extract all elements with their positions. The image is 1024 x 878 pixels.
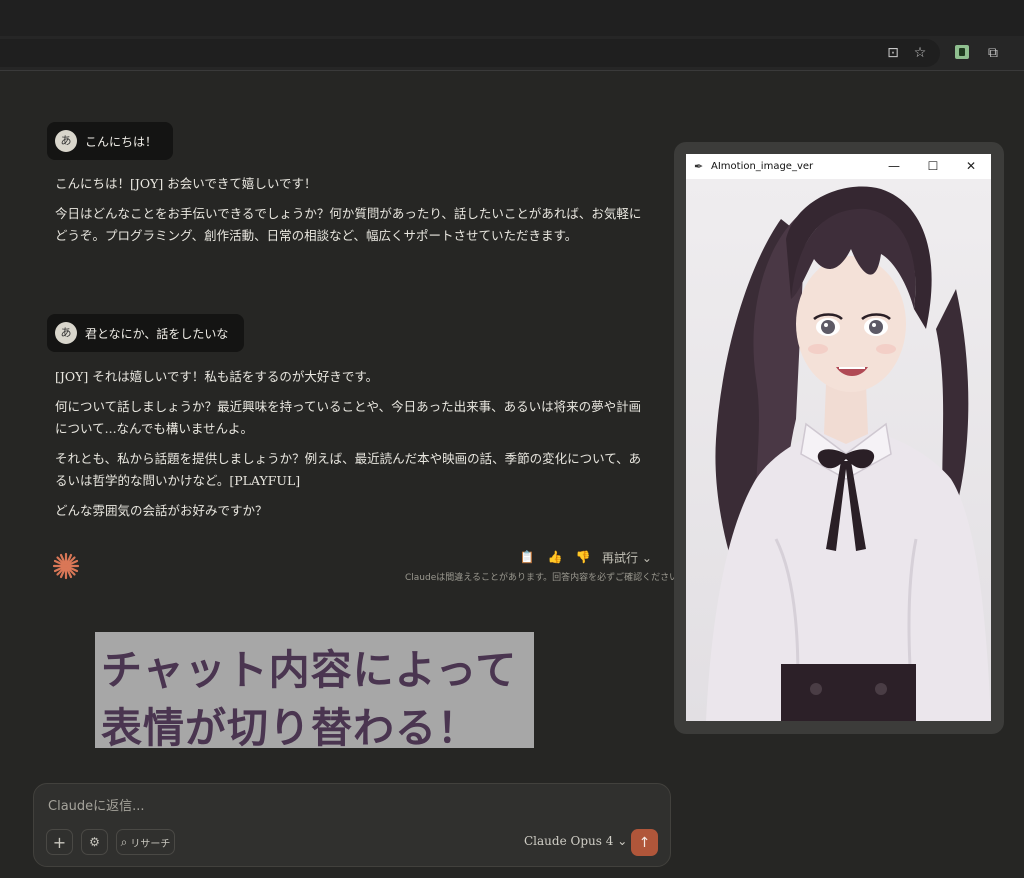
search-icon: ⌕ (120, 834, 128, 849)
browser-tab-strip (0, 0, 1024, 36)
address-bar[interactable] (0, 39, 940, 67)
bookmark-star-icon[interactable]: ☆ (910, 43, 930, 63)
app-window-titlebar[interactable]: ✒ AImotion_image_ver — ☐ ✕ (686, 154, 991, 179)
sliders-icon: ⚙ (89, 835, 100, 849)
reply-paragraph: 何について話しましょうか？最近興味を持っていることや、今日あった出来事、あるいは… (55, 399, 642, 436)
disclaimer-text: Claudeは間違えることがあります。回答内容を必ずご確認ください。 (405, 573, 688, 583)
send-button[interactable]: ↑ (631, 829, 658, 856)
browser-toolbar: ⊡ ☆ ⧉ (0, 36, 1024, 71)
install-app-icon[interactable]: ⊡ (883, 43, 903, 63)
user-avatar: あ (55, 130, 77, 152)
claude-spark-icon (52, 552, 80, 580)
app-window-title: AImotion_image_ver (711, 161, 814, 172)
caption-line-1: チャット内容によって (101, 646, 518, 694)
message-actions: 📋 👍 👎 再試行 ⌄ (518, 548, 652, 566)
copy-icon[interactable]: 📋 (518, 550, 536, 564)
arrow-up-icon: ↑ (638, 834, 651, 851)
character-image (686, 179, 991, 721)
chat-composer: + ⚙ ⌕ リサーチ Claude Opus 4 ⌄ ↑ (33, 783, 671, 867)
reply-input[interactable] (46, 794, 650, 818)
chevron-down-icon: ⌄ (617, 834, 628, 848)
user-message: あ こんにちは！ (47, 122, 174, 160)
puzzle-icon[interactable]: ⧉ (983, 43, 1003, 63)
minimize-icon[interactable]: — (879, 154, 909, 179)
extension-icon[interactable] (955, 45, 969, 59)
model-label: Claude Opus 4 (524, 834, 614, 848)
retry-button[interactable]: 再試行 ⌄ (602, 549, 652, 566)
user-message-text: こんにちは！ (85, 134, 158, 149)
model-selector[interactable]: Claude Opus 4 ⌄ (524, 834, 627, 848)
overlay-caption: チャット内容によって 表情が切り替わる！ (95, 632, 534, 752)
feather-icon: ✒ (694, 160, 704, 173)
user-message: あ 君となにか、話をしたいな (47, 314, 245, 352)
anime-character-illustration (686, 179, 991, 721)
retry-label: 再試行 (602, 550, 639, 565)
caption-line-2: 表情が切り替わる！ (101, 704, 479, 752)
user-avatar: あ (55, 322, 77, 344)
close-icon[interactable]: ✕ (956, 154, 986, 179)
add-button[interactable]: + (46, 829, 73, 855)
reply-paragraph: [JOY] それは嬉しいです！私も話をするのが大好きです。 (55, 369, 379, 384)
app-window: ✒ AImotion_image_ver — ☐ ✕ (686, 154, 991, 721)
reply-paragraph: どんな雰囲気の会話がお好みですか？ (55, 503, 268, 518)
assistant-reply: こんにちは！[JOY] お会いできて嬉しいです！ 今日はどんなことをお手伝いでき… (55, 173, 645, 255)
thumbs-up-icon[interactable]: 👍 (546, 550, 564, 564)
reply-paragraph: それとも、私から話題を提供しましょうか？例えば、最近読んだ本や映画の話、季節の変… (55, 451, 642, 488)
tools-button[interactable]: ⚙ (81, 829, 108, 855)
thumbs-down-icon[interactable]: 👎 (574, 550, 592, 564)
research-label: リサーチ (130, 838, 171, 850)
plus-icon: + (52, 832, 67, 852)
user-message-text: 君となにか、話をしたいな (85, 326, 229, 341)
chevron-down-icon: ⌄ (641, 550, 652, 565)
reply-paragraph: こんにちは！[JOY] お会いできて嬉しいです！ (55, 176, 317, 191)
assistant-reply: [JOY] それは嬉しいです！私も話をするのが大好きです。 何について話しましょ… (55, 366, 645, 530)
maximize-icon[interactable]: ☐ (918, 154, 948, 179)
research-button[interactable]: ⌕ リサーチ (116, 829, 175, 855)
reply-paragraph: 今日はどんなことをお手伝いできるでしょうか？何か質問があったり、話したいことがあ… (55, 206, 642, 243)
